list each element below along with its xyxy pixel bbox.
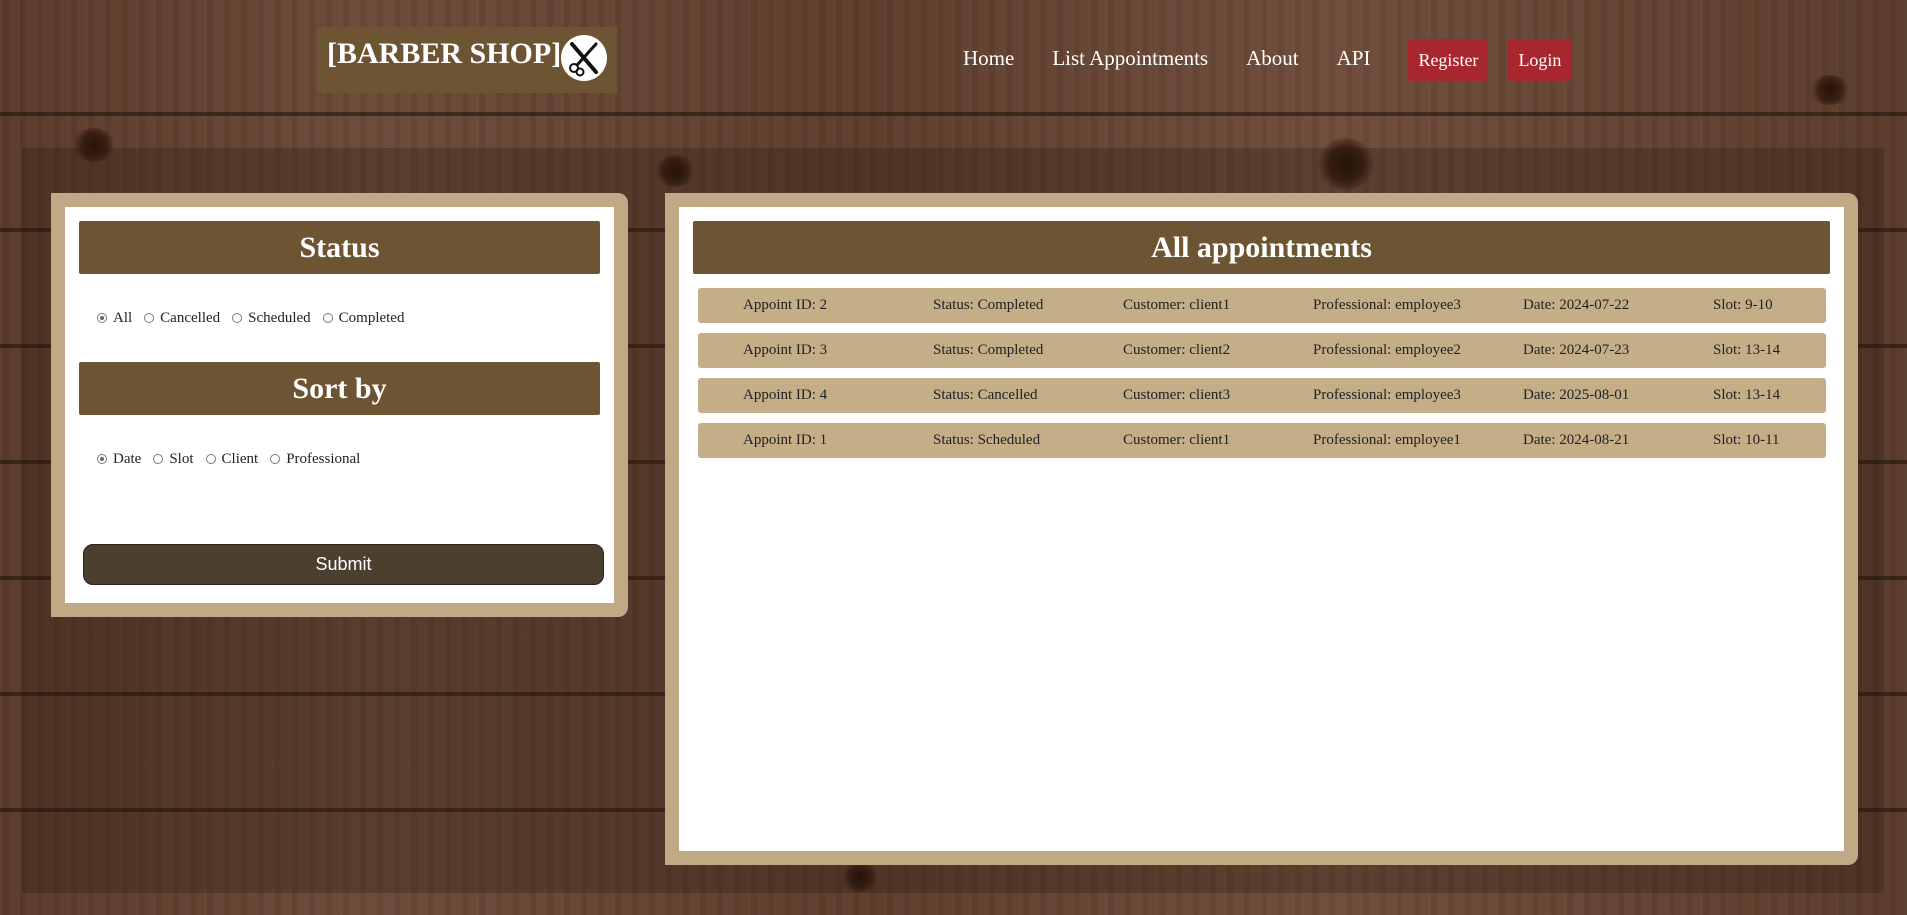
appointments-title: All appointments [693, 221, 1830, 274]
login-button[interactable]: Login [1508, 39, 1572, 81]
appointment-professional: Professional: employee1 [1313, 432, 1461, 448]
appointment-id: Appoint ID: 1 [743, 432, 828, 448]
appointment-status: Status: Cancelled [933, 387, 1038, 403]
appointment-row[interactable]: Appoint ID: 1 Status: Scheduled Customer… [698, 423, 1826, 458]
radio-button[interactable] [270, 454, 281, 464]
appointment-professional: Professional: employee3 [1313, 297, 1461, 313]
site-logo[interactable]: [BARBER SHOP] [317, 27, 617, 93]
radio-label: Date [113, 450, 142, 467]
sort-option-date[interactable]: Date [97, 451, 141, 468]
filter-form: Status All Cancelled Scheduled Completed… [65, 207, 614, 603]
status-section-title: Status [79, 221, 600, 274]
radio-button[interactable] [322, 313, 333, 323]
radio-label: Completed [338, 309, 405, 326]
sort-section-title: Sort by [79, 362, 600, 415]
sort-option-client[interactable]: Client [205, 450, 259, 468]
nav-api[interactable]: API [1337, 36, 1371, 81]
radio-label: Cancelled [160, 309, 221, 326]
radio-button[interactable] [205, 454, 216, 464]
nav-about[interactable]: About [1246, 36, 1299, 81]
appointment-id: Appoint ID: 3 [743, 342, 828, 358]
appointment-slot: Slot: 10-11 [1713, 432, 1780, 448]
appointment-id: Appoint ID: 2 [743, 297, 828, 313]
sort-option-slot[interactable]: Slot [153, 450, 194, 468]
radio-button[interactable] [97, 313, 107, 323]
radio-label: Scheduled [248, 309, 311, 326]
radio-label: Slot [169, 450, 194, 467]
appointment-date: Date: 2024-08-21 [1523, 432, 1630, 448]
status-option-all[interactable]: All [97, 310, 132, 327]
scissors-razor-icon [561, 35, 608, 81]
register-button[interactable]: Register [1408, 39, 1489, 81]
appointment-row[interactable]: Appoint ID: 4 Status: Cancelled Customer… [698, 378, 1826, 413]
sort-option-professional[interactable]: Professional [270, 451, 360, 468]
appointment-date: Date: 2025-08-01 [1523, 387, 1630, 403]
appointments-content: All appointments Appoint ID: 2 Status: C… [679, 207, 1844, 851]
appointment-id: Appoint ID: 4 [743, 387, 828, 403]
appointment-slot: Slot: 13-14 [1713, 387, 1781, 403]
logo-text: [BARBER SHOP] [327, 37, 562, 70]
status-option-scheduled[interactable]: Scheduled [232, 309, 311, 327]
appointment-slot: Slot: 13-14 [1713, 342, 1781, 358]
radio-label: Client [221, 450, 259, 467]
appointments-panel: All appointments Appoint ID: 2 Status: C… [665, 193, 1858, 865]
appointment-professional: Professional: employee2 [1313, 342, 1461, 358]
appointment-customer: Customer: client3 [1123, 387, 1231, 403]
nav-home[interactable]: Home [963, 36, 1014, 81]
radio-button[interactable] [153, 454, 164, 464]
appointment-customer: Customer: client2 [1123, 342, 1231, 358]
appointment-slot: Slot: 9-10 [1713, 297, 1773, 313]
appointment-date: Date: 2024-07-23 [1523, 342, 1630, 358]
main-nav: Home List Appointments About API Registe… [963, 36, 1591, 81]
appointments-list: Appoint ID: 2 Status: Completed Customer… [693, 288, 1830, 458]
appointment-customer: Customer: client1 [1123, 432, 1231, 448]
radio-button[interactable] [97, 454, 107, 464]
nav-list-appointments[interactable]: List Appointments [1052, 36, 1208, 81]
radio-label: All [113, 309, 133, 326]
status-radio-group: All Cancelled Scheduled Completed [79, 298, 600, 338]
appointment-customer: Customer: client1 [1123, 297, 1231, 313]
appointment-status: Status: Completed [933, 342, 1044, 358]
status-option-completed[interactable]: Completed [322, 309, 405, 327]
appointment-row[interactable]: Appoint ID: 2 Status: Completed Customer… [698, 288, 1826, 323]
site-header: [BARBER SHOP] Home List Appointments Abo… [0, 0, 1907, 120]
appointment-status: Status: Scheduled [933, 432, 1041, 448]
radio-button[interactable] [232, 313, 243, 323]
radio-label: Professional [286, 450, 361, 467]
filter-panel: Status All Cancelled Scheduled Completed… [51, 193, 628, 617]
submit-button[interactable]: Submit [83, 544, 604, 585]
radio-button[interactable] [144, 313, 155, 323]
appointment-row[interactable]: Appoint ID: 3 Status: Completed Customer… [698, 333, 1826, 368]
appointment-status: Status: Completed [933, 297, 1044, 313]
appointment-date: Date: 2024-07-22 [1523, 297, 1630, 313]
appointment-professional: Professional: employee3 [1313, 387, 1461, 403]
sort-radio-group: Date Slot Client Professional [79, 439, 600, 479]
status-option-cancelled[interactable]: Cancelled [144, 310, 220, 327]
